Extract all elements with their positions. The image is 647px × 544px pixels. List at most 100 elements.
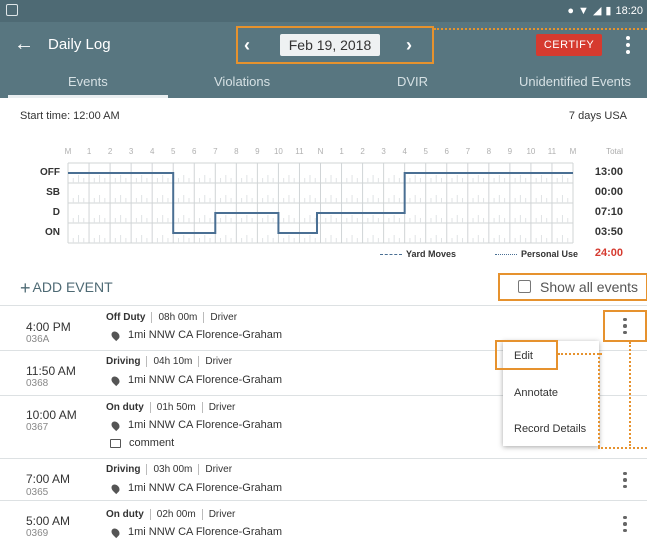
status-label-on: ON xyxy=(45,227,60,238)
status-label-sb: SB xyxy=(46,187,60,198)
callout-connector xyxy=(629,342,631,446)
previous-day-icon[interactable]: ‹ xyxy=(244,35,250,56)
list-divider xyxy=(0,305,647,306)
location-pin-icon xyxy=(109,482,122,494)
location-pin-icon xyxy=(109,374,122,386)
location-pin-icon xyxy=(109,526,122,538)
event-title: Driving 04h 10m Driver xyxy=(106,356,233,368)
hour-label: 5 xyxy=(171,147,176,156)
hour-label: 3 xyxy=(381,147,386,156)
wifi-icon: ▼ xyxy=(578,4,589,17)
hour-label: 3 xyxy=(129,147,134,156)
hour-label: 6 xyxy=(445,147,450,156)
hour-label: 9 xyxy=(508,147,513,156)
overflow-menu-icon[interactable] xyxy=(616,30,640,60)
total-d: 07:10 xyxy=(594,206,623,218)
list-divider xyxy=(0,500,647,501)
hour-label: 11 xyxy=(548,147,557,156)
duty-status-grid: M 1 2 3 4 5 6 7 8 9 10 11 N 1 2 3 4 5 6 7 8 9 10 11 M OFF SB D O… xyxy=(20,143,627,263)
start-time: Start time: 12:00 AM xyxy=(20,110,120,122)
event-code: 0369 xyxy=(26,528,49,539)
total-off: 13:00 xyxy=(594,166,623,178)
event-location: 1mi NNW CA Florence-Graham xyxy=(109,419,282,431)
event-time: 7:00 AM xyxy=(26,472,71,486)
show-all-checkbox[interactable] xyxy=(518,280,531,293)
hour-label: 1 xyxy=(339,147,344,156)
back-arrow-icon[interactable]: ← xyxy=(14,32,34,56)
active-tab-indicator xyxy=(8,95,168,98)
signal-icon: ◢ xyxy=(592,5,602,17)
hour-label: 2 xyxy=(108,147,113,156)
grand-total: 24:00 xyxy=(594,247,623,259)
event-location: 1mi NNW CA Florence-Graham xyxy=(109,374,282,386)
certify-button[interactable]: CERTIFY xyxy=(536,34,602,56)
event-comment: comment xyxy=(110,437,174,449)
tab-violations[interactable]: Violations xyxy=(214,74,270,89)
more-options-icon[interactable] xyxy=(618,467,632,493)
location-pin-icon xyxy=(109,419,122,431)
hour-label: 4 xyxy=(150,147,155,156)
event-location: 1mi NNW CA Florence-Graham xyxy=(109,482,282,494)
tab-unidentified-events[interactable]: Unidentified Events xyxy=(519,74,631,89)
hour-label: 4 xyxy=(402,147,407,156)
event-time: 5:00 AM xyxy=(26,514,71,528)
event-title: Off Duty 08h 00m Driver xyxy=(106,312,238,324)
plus-icon: + xyxy=(20,278,31,298)
event-code: 0365 xyxy=(26,487,49,498)
tab-dvir[interactable]: DVIR xyxy=(397,74,428,89)
event-title: On duty 02h 00m Driver xyxy=(106,509,236,521)
status-label-d: D xyxy=(52,207,60,218)
event-code: 036A xyxy=(26,334,50,345)
hour-label: 2 xyxy=(360,147,365,156)
event-time: 4:00 PM xyxy=(26,320,71,334)
hour-label: 7 xyxy=(213,147,218,156)
hour-label: M xyxy=(570,147,577,156)
total-header: Total xyxy=(606,147,623,156)
more-options-icon[interactable] xyxy=(618,313,632,339)
event-title: On duty 01h 50m Driver xyxy=(106,402,236,414)
callout-connector xyxy=(558,353,602,355)
event-title: Driving 03h 00m Driver xyxy=(106,464,233,476)
tab-bar: Events Violations DVIR Unidentified Even… xyxy=(0,68,647,98)
location-icon: ● xyxy=(567,4,575,17)
screenshot-notification-icon xyxy=(6,4,18,16)
show-all-events-toggle[interactable]: Show all events xyxy=(498,273,647,301)
hour-label: 10 xyxy=(526,147,535,156)
ruleset-label: 7 days USA xyxy=(568,110,627,122)
status-label-off: OFF xyxy=(40,167,60,178)
list-divider xyxy=(0,458,647,459)
total-sb: 00:00 xyxy=(594,186,623,198)
menu-item-annotate[interactable]: Annotate xyxy=(514,387,558,399)
grid-graph: M 1 2 3 4 5 6 7 8 9 10 11 N 1 2 3 4 5 6 7 8 9 10 11 M xyxy=(65,147,577,244)
next-day-icon[interactable]: › xyxy=(406,35,412,56)
menu-item-record-details[interactable]: Record Details xyxy=(514,423,586,435)
hour-label: 8 xyxy=(487,147,492,156)
date-navigator: ‹ Feb 19, 2018 › xyxy=(236,26,434,64)
status-time: 18:20 xyxy=(615,4,643,17)
hour-label: 7 xyxy=(466,147,471,156)
hour-label: N xyxy=(318,147,324,156)
event-code: 0368 xyxy=(26,378,49,389)
edit-highlight xyxy=(495,340,558,370)
page-title: Daily Log xyxy=(48,36,111,53)
event-time: 11:50 AM xyxy=(26,364,76,378)
legend-yard-moves: Yard Moves xyxy=(380,249,456,259)
event-location: 1mi NNW CA Florence-Graham xyxy=(109,526,282,538)
date-selector[interactable]: Feb 19, 2018 xyxy=(280,34,380,56)
callout-connector xyxy=(598,447,647,449)
show-all-label: Show all events xyxy=(540,279,639,295)
callout-connector xyxy=(434,28,647,30)
legend-personal-use: Personal Use xyxy=(495,249,578,259)
status-bar: ● ▼ ◢ ▮ 18:20 xyxy=(0,0,647,22)
tab-events[interactable]: Events xyxy=(68,74,108,89)
more-options-icon[interactable] xyxy=(618,511,632,537)
hour-label: 10 xyxy=(274,147,283,156)
battery-icon: ▮ xyxy=(605,5,612,17)
event-location: 1mi NNW CA Florence-Graham xyxy=(109,329,282,341)
hour-label: 5 xyxy=(423,147,428,156)
hour-label: 6 xyxy=(192,147,197,156)
hour-label: M xyxy=(65,147,72,156)
add-event-button[interactable]: + ADD EVENT xyxy=(20,278,113,299)
hour-label: 1 xyxy=(87,147,92,156)
total-on: 03:50 xyxy=(594,226,623,238)
